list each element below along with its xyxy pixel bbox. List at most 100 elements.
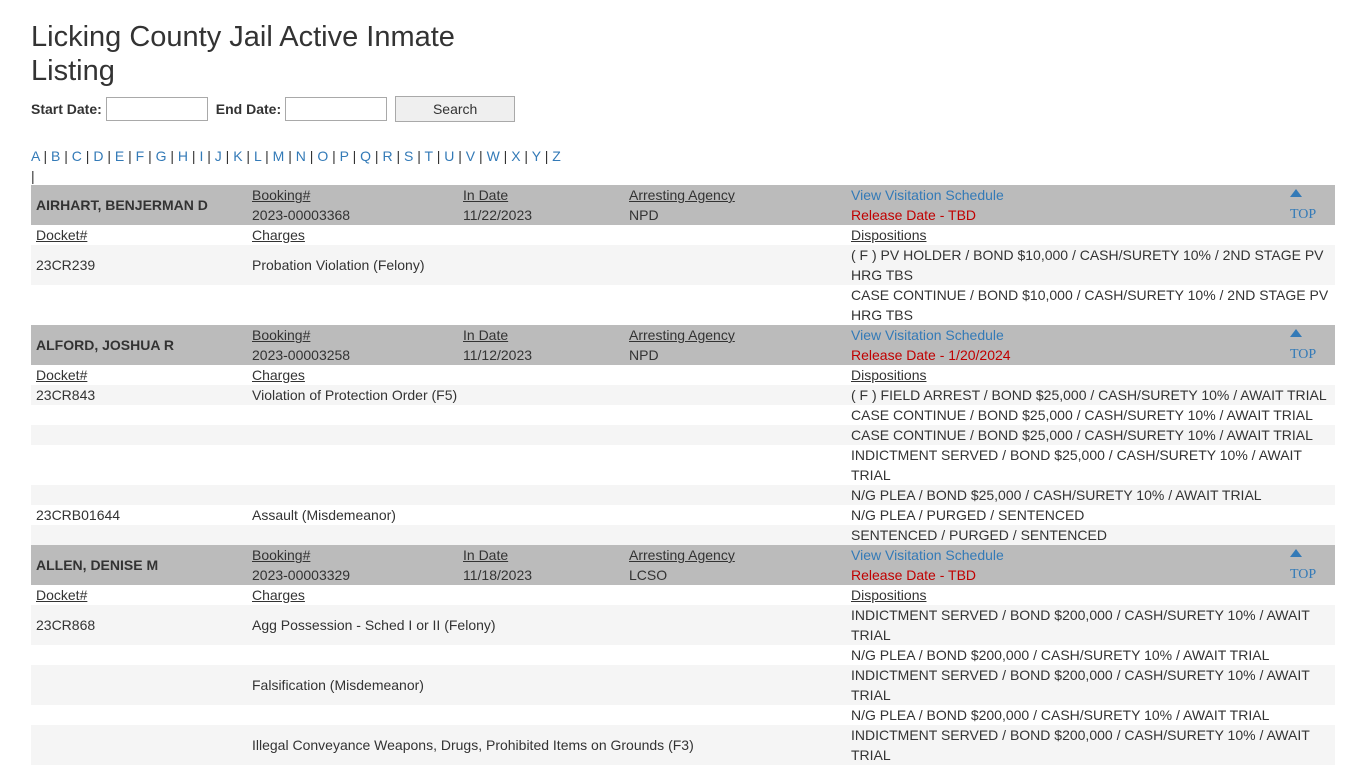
alpha-link-q[interactable]: Q <box>360 148 371 164</box>
alpha-link-o[interactable]: O <box>317 148 328 164</box>
alpha-link-t[interactable]: T <box>425 148 433 164</box>
docket-number <box>31 285 247 325</box>
top-label[interactable]: TOP <box>1290 347 1316 362</box>
top-link[interactable]: TOP <box>1285 325 1335 365</box>
alpha-separator: | <box>392 148 404 164</box>
alpha-link-m[interactable]: M <box>273 148 285 164</box>
release-date: Release Date - 1/20/2024 <box>851 347 1011 363</box>
alpha-link-d[interactable]: D <box>93 148 103 164</box>
charge-description <box>247 485 846 505</box>
alpha-link-g[interactable]: G <box>156 148 167 164</box>
alpha-link-v[interactable]: V <box>466 148 475 164</box>
visitation-schedule-link[interactable]: View Visitation Schedule <box>851 545 1280 565</box>
charges-column: Charges <box>247 225 846 245</box>
in-date-label[interactable]: In Date <box>463 325 619 345</box>
in-date-cell: In Date 11/18/2023 <box>458 545 624 585</box>
visitation-cell: View Visitation Schedule Release Date - T… <box>846 545 1285 585</box>
disposition-text: SENTENCED / PURGED / SENTENCED <box>846 525 1335 545</box>
agency-cell: Arresting Agency NPD <box>624 185 846 225</box>
end-date-input[interactable] <box>285 97 388 121</box>
docket-label[interactable]: Docket# <box>36 227 87 243</box>
charge-row: SENTENCED / PURGED / SENTENCED <box>31 525 1335 545</box>
search-button[interactable]: Search <box>395 96 516 122</box>
visitation-cell: View Visitation Schedule Release Date - 1… <box>846 325 1285 365</box>
charge-description <box>247 525 846 545</box>
alpha-link-c[interactable]: C <box>72 148 82 164</box>
top-label[interactable]: TOP <box>1290 567 1316 582</box>
booking-label[interactable]: Booking# <box>252 325 453 345</box>
alpha-link-f[interactable]: F <box>136 148 145 164</box>
docket-column: Docket# <box>31 365 247 385</box>
alpha-link-r[interactable]: R <box>382 148 392 164</box>
agency-value: NPD <box>629 347 659 363</box>
visitation-schedule-link[interactable]: View Visitation Schedule <box>851 325 1280 345</box>
charge-description: Falsification (Misdemeanor) <box>247 665 846 705</box>
alpha-separator: | <box>348 148 361 164</box>
disposition-text: N/G PLEA / BOND $200,000 / CASH/SURETY 1… <box>846 705 1335 725</box>
charge-row: INDICTMENT SERVED / BOND $25,000 / CASH/… <box>31 445 1335 485</box>
booking-number: 2023-00003329 <box>252 567 351 583</box>
top-link[interactable]: TOP <box>1285 185 1335 225</box>
alpha-separator: | <box>454 148 466 164</box>
top-link[interactable]: TOP <box>1285 545 1335 585</box>
docket-number: 23CR843 <box>31 385 247 405</box>
docket-number <box>31 485 247 505</box>
alpha-link-k[interactable]: K <box>233 148 242 164</box>
disposition-text: N/G PLEA / PURGED / SENTENCED <box>846 505 1335 525</box>
alpha-link-w[interactable]: W <box>487 148 500 164</box>
disposition-text: INDICTMENT SERVED / BOND $200,000 / CASH… <box>846 665 1335 705</box>
alpha-separator: | <box>499 148 512 164</box>
alpha-separator: | <box>305 148 318 164</box>
dispositions-label[interactable]: Dispositions <box>851 587 926 603</box>
in-date-label[interactable]: In Date <box>463 185 619 205</box>
disposition-text: N/G PLEA / BOND $200,000 / CASH/SURETY 1… <box>846 645 1335 665</box>
alpha-link-u[interactable]: U <box>444 148 454 164</box>
agency-label[interactable]: Arresting Agency <box>629 185 841 205</box>
booking-label[interactable]: Booking# <box>252 185 453 205</box>
visitation-schedule-link[interactable]: View Visitation Schedule <box>851 185 1280 205</box>
alpha-separator: | <box>328 148 340 164</box>
docket-label[interactable]: Docket# <box>36 587 87 603</box>
alpha-link-s[interactable]: S <box>404 148 413 164</box>
charge-row: N/G PLEA / BOND $25,000 / CASH/SURETY 10… <box>31 485 1335 505</box>
alpha-link-n[interactable]: N <box>296 148 306 164</box>
dispositions-label[interactable]: Dispositions <box>851 367 926 383</box>
alpha-separator: | <box>60 148 72 164</box>
inmate-header-row: AIRHART, BENJERMAN D Booking# 2023-0000336… <box>31 185 1335 225</box>
alpha-link-y[interactable]: Y <box>532 148 541 164</box>
charge-description <box>247 445 846 485</box>
docket-number: 23CR868 <box>31 605 247 645</box>
charge-description: Agg Possession - Sched I or II (Felony) <box>247 605 846 645</box>
alpha-separator: | <box>39 148 51 164</box>
charges-column: Charges <box>247 585 846 605</box>
docket-number <box>31 525 247 545</box>
charges-label[interactable]: Charges <box>252 587 305 603</box>
alpha-separator: | <box>124 148 136 164</box>
alpha-link-b[interactable]: B <box>51 148 60 164</box>
alpha-link-x[interactable]: X <box>511 148 520 164</box>
alpha-link-j[interactable]: J <box>215 148 222 164</box>
docket-label[interactable]: Docket# <box>36 367 87 383</box>
alpha-link-a[interactable]: A <box>31 148 40 164</box>
disposition-text: INDICTMENT SERVED / BOND $25,000 / CASH/… <box>846 445 1335 485</box>
inmate-name: AIRHART, BENJERMAN D <box>31 185 247 225</box>
agency-label[interactable]: Arresting Agency <box>629 545 841 565</box>
alpha-link-z[interactable]: Z <box>552 148 561 164</box>
alpha-link-p[interactable]: P <box>340 148 349 164</box>
release-date: Release Date - TBD <box>851 207 977 223</box>
charge-columns-row: Docket# Charges Dispositions <box>31 365 1335 385</box>
in-date-label[interactable]: In Date <box>463 545 619 565</box>
booking-cell: Booking# 2023-00003368 <box>247 185 458 225</box>
alpha-link-h[interactable]: H <box>178 148 188 164</box>
charges-label[interactable]: Charges <box>252 227 305 243</box>
alpha-link-e[interactable]: E <box>115 148 124 164</box>
booking-label[interactable]: Booking# <box>252 545 453 565</box>
agency-label[interactable]: Arresting Agency <box>629 325 841 345</box>
charges-label[interactable]: Charges <box>252 367 305 383</box>
top-label[interactable]: TOP <box>1290 207 1316 222</box>
alphabet-nav: A | B | C | D | E | F | G | H | I | J | … <box>31 146 561 186</box>
start-date-input[interactable] <box>105 97 208 121</box>
dispositions-label[interactable]: Dispositions <box>851 227 926 243</box>
in-date-value: 11/18/2023 <box>463 567 533 583</box>
up-arrow-icon <box>1290 329 1302 337</box>
